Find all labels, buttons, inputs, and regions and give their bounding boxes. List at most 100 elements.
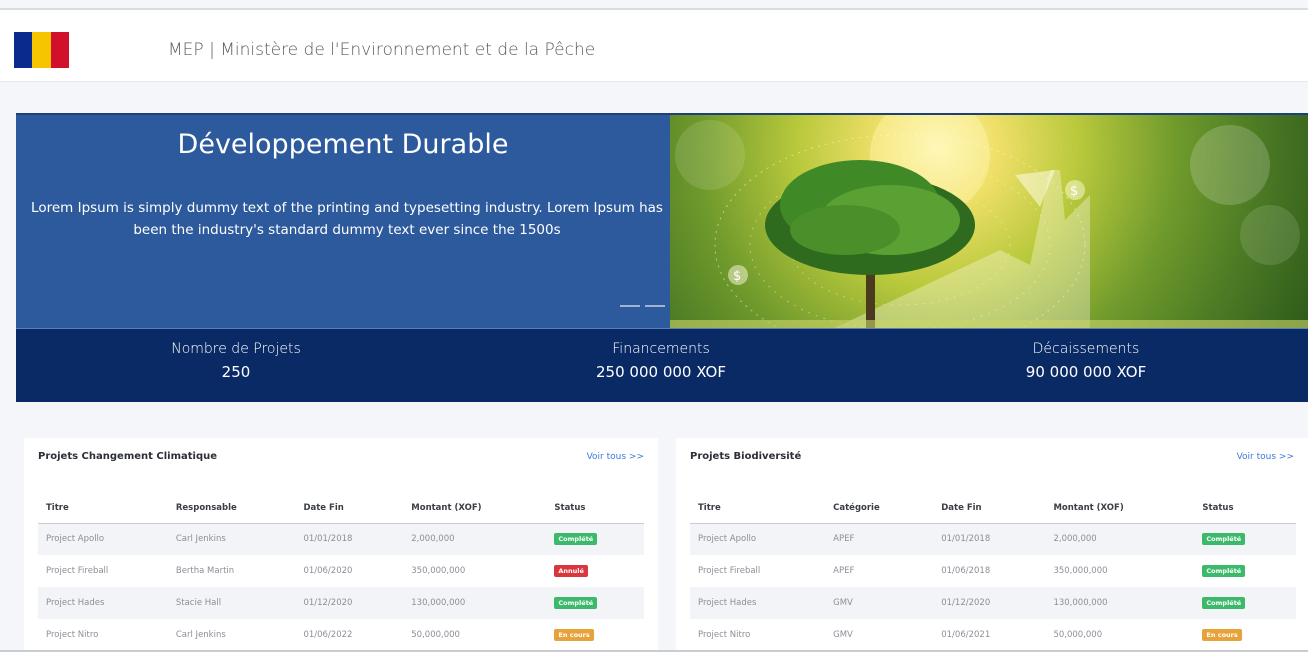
table-cell: 130,000,000 [1045,587,1195,619]
stat-label: Financements [612,341,710,357]
table-cell: Project Apollo [38,523,168,555]
table-cell: 01/06/2020 [303,566,353,576]
table-cell: 2,000,000 [1045,523,1195,555]
status-badge: Complété [1202,565,1246,577]
app-header: MEP | Ministère de l'Environnement et de… [0,10,1308,82]
status-badge: Complété [554,533,598,546]
table-cell: 50,000,000 [411,630,460,640]
column-header[interactable]: Date Fin [933,493,1046,524]
column-header[interactable]: Titre [38,493,168,524]
column-header[interactable]: Date Fin [295,493,404,524]
table-cell: 01/01/2018 [933,523,1046,555]
hero-text-panel: Développement Durable Lorem Ipsum is sim… [16,115,670,328]
column-header[interactable]: Status [1194,493,1296,524]
carousel-indicator[interactable] [620,305,640,307]
view-all-link[interactable]: Voir tous >> [587,452,644,462]
table-cell: GMV [833,630,853,640]
table-row[interactable]: Project Hades Stacie Hall 01/12/2020 130,00… [38,587,644,619]
card-climate-projects: Projets Changement Climatique Voir tous … [24,438,658,652]
table-cell: Stacie Hall [167,587,296,619]
hero-description: Lorem Ipsum is simply dummy text of the … [31,200,663,238]
status-cell: Complété [546,523,644,555]
chad-flag-logo[interactable] [14,32,69,68]
table-row[interactable]: Project Nitro Carl Jenkins 01/06/2022 50,00… [38,619,644,651]
status-cell: Complété [1194,523,1296,555]
status-cell: Complété [546,587,644,619]
table-cell: 01/06/2022 [303,630,353,640]
column-header[interactable]: Status [546,493,644,524]
card-title: Projets Changement Climatique [38,451,218,462]
column-header[interactable]: Catégorie [825,493,934,524]
status-cell: En cours [1194,619,1296,651]
table-cell: Project Fireball [46,566,109,576]
status-badge: Complété [1202,533,1246,546]
status-badge: Complété [1202,597,1246,609]
carousel-indicator[interactable] [645,305,665,307]
projects-table: Titre Catégorie Date Fin Montant (XOF) S… [690,493,1296,651]
table-cell: Project Nitro [46,630,99,640]
table-cell: Project Hades [38,587,168,619]
view-all-link[interactable]: Voir tous >> [1237,452,1294,462]
app-title: MEP | Ministère de l'Environnement et de… [168,40,596,60]
table-cell: Project Fireball [698,566,761,576]
column-header[interactable]: Responsable [167,493,296,524]
card-title: Projets Biodiversité [690,451,802,462]
table-row[interactable]: Project Apollo Carl Jenkins 01/01/2018 2,00… [38,523,644,555]
table-cell: 01/06/2021 [941,630,991,640]
status-cell: En cours [546,619,644,651]
table-cell: Carl Jenkins [175,630,226,640]
svg-text:$: $ [1070,184,1078,199]
table-cell: APEF [825,523,934,555]
column-header[interactable]: Montant (XOF) [1045,493,1195,524]
flag-stripe-red [50,32,69,68]
stats-bar: Nombre de Projets 250 Financements 250 0… [16,328,1308,402]
card-biodiversity-projects: Projets Biodiversité Voir tous >> Titre … [676,438,1308,652]
table-cell: 130,000,000 [403,587,547,619]
table-header-row: Titre Catégorie Date Fin Montant (XOF) S… [690,493,1296,524]
stat-value: 250 [221,363,251,381]
hero-carousel: Développement Durable Lorem Ipsum is sim… [16,113,1308,328]
table-cell: 01/12/2020 [295,587,404,619]
status-badge: En cours [1202,629,1242,641]
flag-stripe-blue [14,32,33,68]
table-cell: Project Apollo [690,523,826,555]
table-cell: 350,000,000 [411,566,466,576]
table-cell: Carl Jenkins [167,523,296,555]
hero-title: Développement Durable [177,129,509,160]
table-cell: 01/12/2020 [933,587,1046,619]
table-cell: 01/06/2018 [941,566,991,576]
stat-financing: Financements 250 000 000 XOF [511,341,811,381]
table-cell: 2,000,000 [403,523,547,555]
status-cell: Annulé [546,555,644,587]
table-row[interactable]: Project Apollo APEF 01/01/2018 2,000,000 Com… [690,523,1296,555]
stat-label: Décaissements [1032,341,1140,357]
column-header[interactable]: Titre [690,493,826,524]
column-header[interactable]: Montant (XOF) [403,493,547,524]
stat-value: 250 000 000 XOF [596,363,726,381]
status-badge: En cours [554,629,594,641]
stat-disbursements: Décaissements 90 000 000 XOF [936,341,1236,381]
table-header-row: Titre Responsable Date Fin Montant (XOF)… [38,493,644,524]
stat-value: 90 000 000 XOF [1025,363,1147,381]
table-row[interactable]: Project Nitro GMV 01/06/2021 50,000,000 En c… [690,619,1296,651]
table-cell: Bertha Martin [175,566,235,576]
flag-stripe-yellow [32,32,51,68]
status-badge: Complété [554,597,598,609]
table-cell: 350,000,000 [1053,566,1108,576]
table-cell: GMV [825,587,934,619]
table-cell: APEF [833,566,855,576]
table-row[interactable]: Project Fireball Bertha Martin 01/06/2020 3… [38,555,644,587]
stat-label: Nombre de Projets [171,341,301,357]
table-row[interactable]: Project Fireball APEF 01/06/2018 350,000,00… [690,555,1296,587]
table-cell: 50,000,000 [1053,630,1103,640]
table-row[interactable]: Project Hades GMV 01/12/2020 130,000,000 Com… [690,587,1296,619]
table-cell: Project Hades [690,587,826,619]
money-growth-tree-image: $ $ [670,115,1308,328]
tree-illustration: $ $ [670,115,1308,328]
table-cell: 01/01/2018 [295,523,404,555]
table-cell: Project Nitro [698,630,751,640]
stat-projects: Nombre de Projets 250 [86,341,386,381]
svg-text:$: $ [733,269,741,284]
status-cell: Complété [1194,587,1296,619]
projects-table: Titre Responsable Date Fin Montant (XOF)… [38,493,644,651]
